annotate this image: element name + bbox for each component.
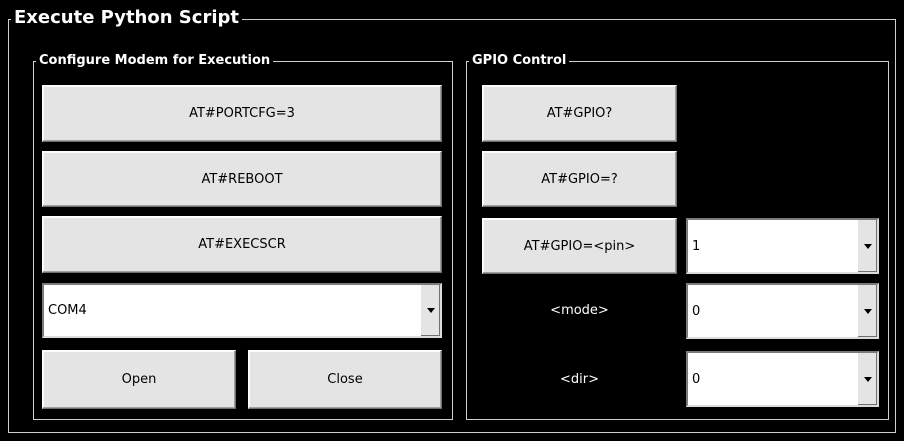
chevron-down-icon <box>426 308 435 313</box>
dir-dropdown-arrow[interactable] <box>857 353 877 405</box>
pin-value: 1 <box>692 238 701 254</box>
com-port-value: COM4 <box>48 303 87 318</box>
gpio-control-title: GPIO Control <box>469 53 570 69</box>
mode-dropdown-arrow[interactable] <box>857 285 877 337</box>
gpio-test-button[interactable]: AT#GPIO=? <box>482 151 677 207</box>
chevron-down-icon <box>863 243 872 249</box>
mode-select[interactable]: 0 <box>686 283 879 339</box>
execscr-button[interactable]: AT#EXECSCR <box>42 216 442 273</box>
gpio-set-button[interactable]: AT#GPIO=<pin> <box>482 218 677 274</box>
dir-label: <dir> <box>560 372 599 387</box>
configure-modem-title: Configure Modem for Execution <box>36 53 274 69</box>
dir-value: 0 <box>692 371 701 387</box>
portcfg-button[interactable]: AT#PORTCFG=3 <box>42 85 442 142</box>
gpio-query-button[interactable]: AT#GPIO? <box>482 85 677 142</box>
mode-label: <mode> <box>550 303 609 318</box>
close-button[interactable]: Close <box>248 350 442 409</box>
com-port-select[interactable]: COM4 <box>42 283 442 338</box>
group-title: Execute Python Script <box>11 6 242 30</box>
pin-dropdown-arrow[interactable] <box>857 220 877 272</box>
com-port-dropdown-arrow[interactable] <box>420 285 440 336</box>
reboot-button[interactable]: AT#REBOOT <box>42 151 442 207</box>
dir-select[interactable]: 0 <box>686 351 879 407</box>
open-button[interactable]: Open <box>42 350 236 409</box>
mode-value: 0 <box>692 303 701 319</box>
chevron-down-icon <box>863 308 872 314</box>
pin-select[interactable]: 1 <box>686 218 879 274</box>
chevron-down-icon <box>863 376 872 382</box>
